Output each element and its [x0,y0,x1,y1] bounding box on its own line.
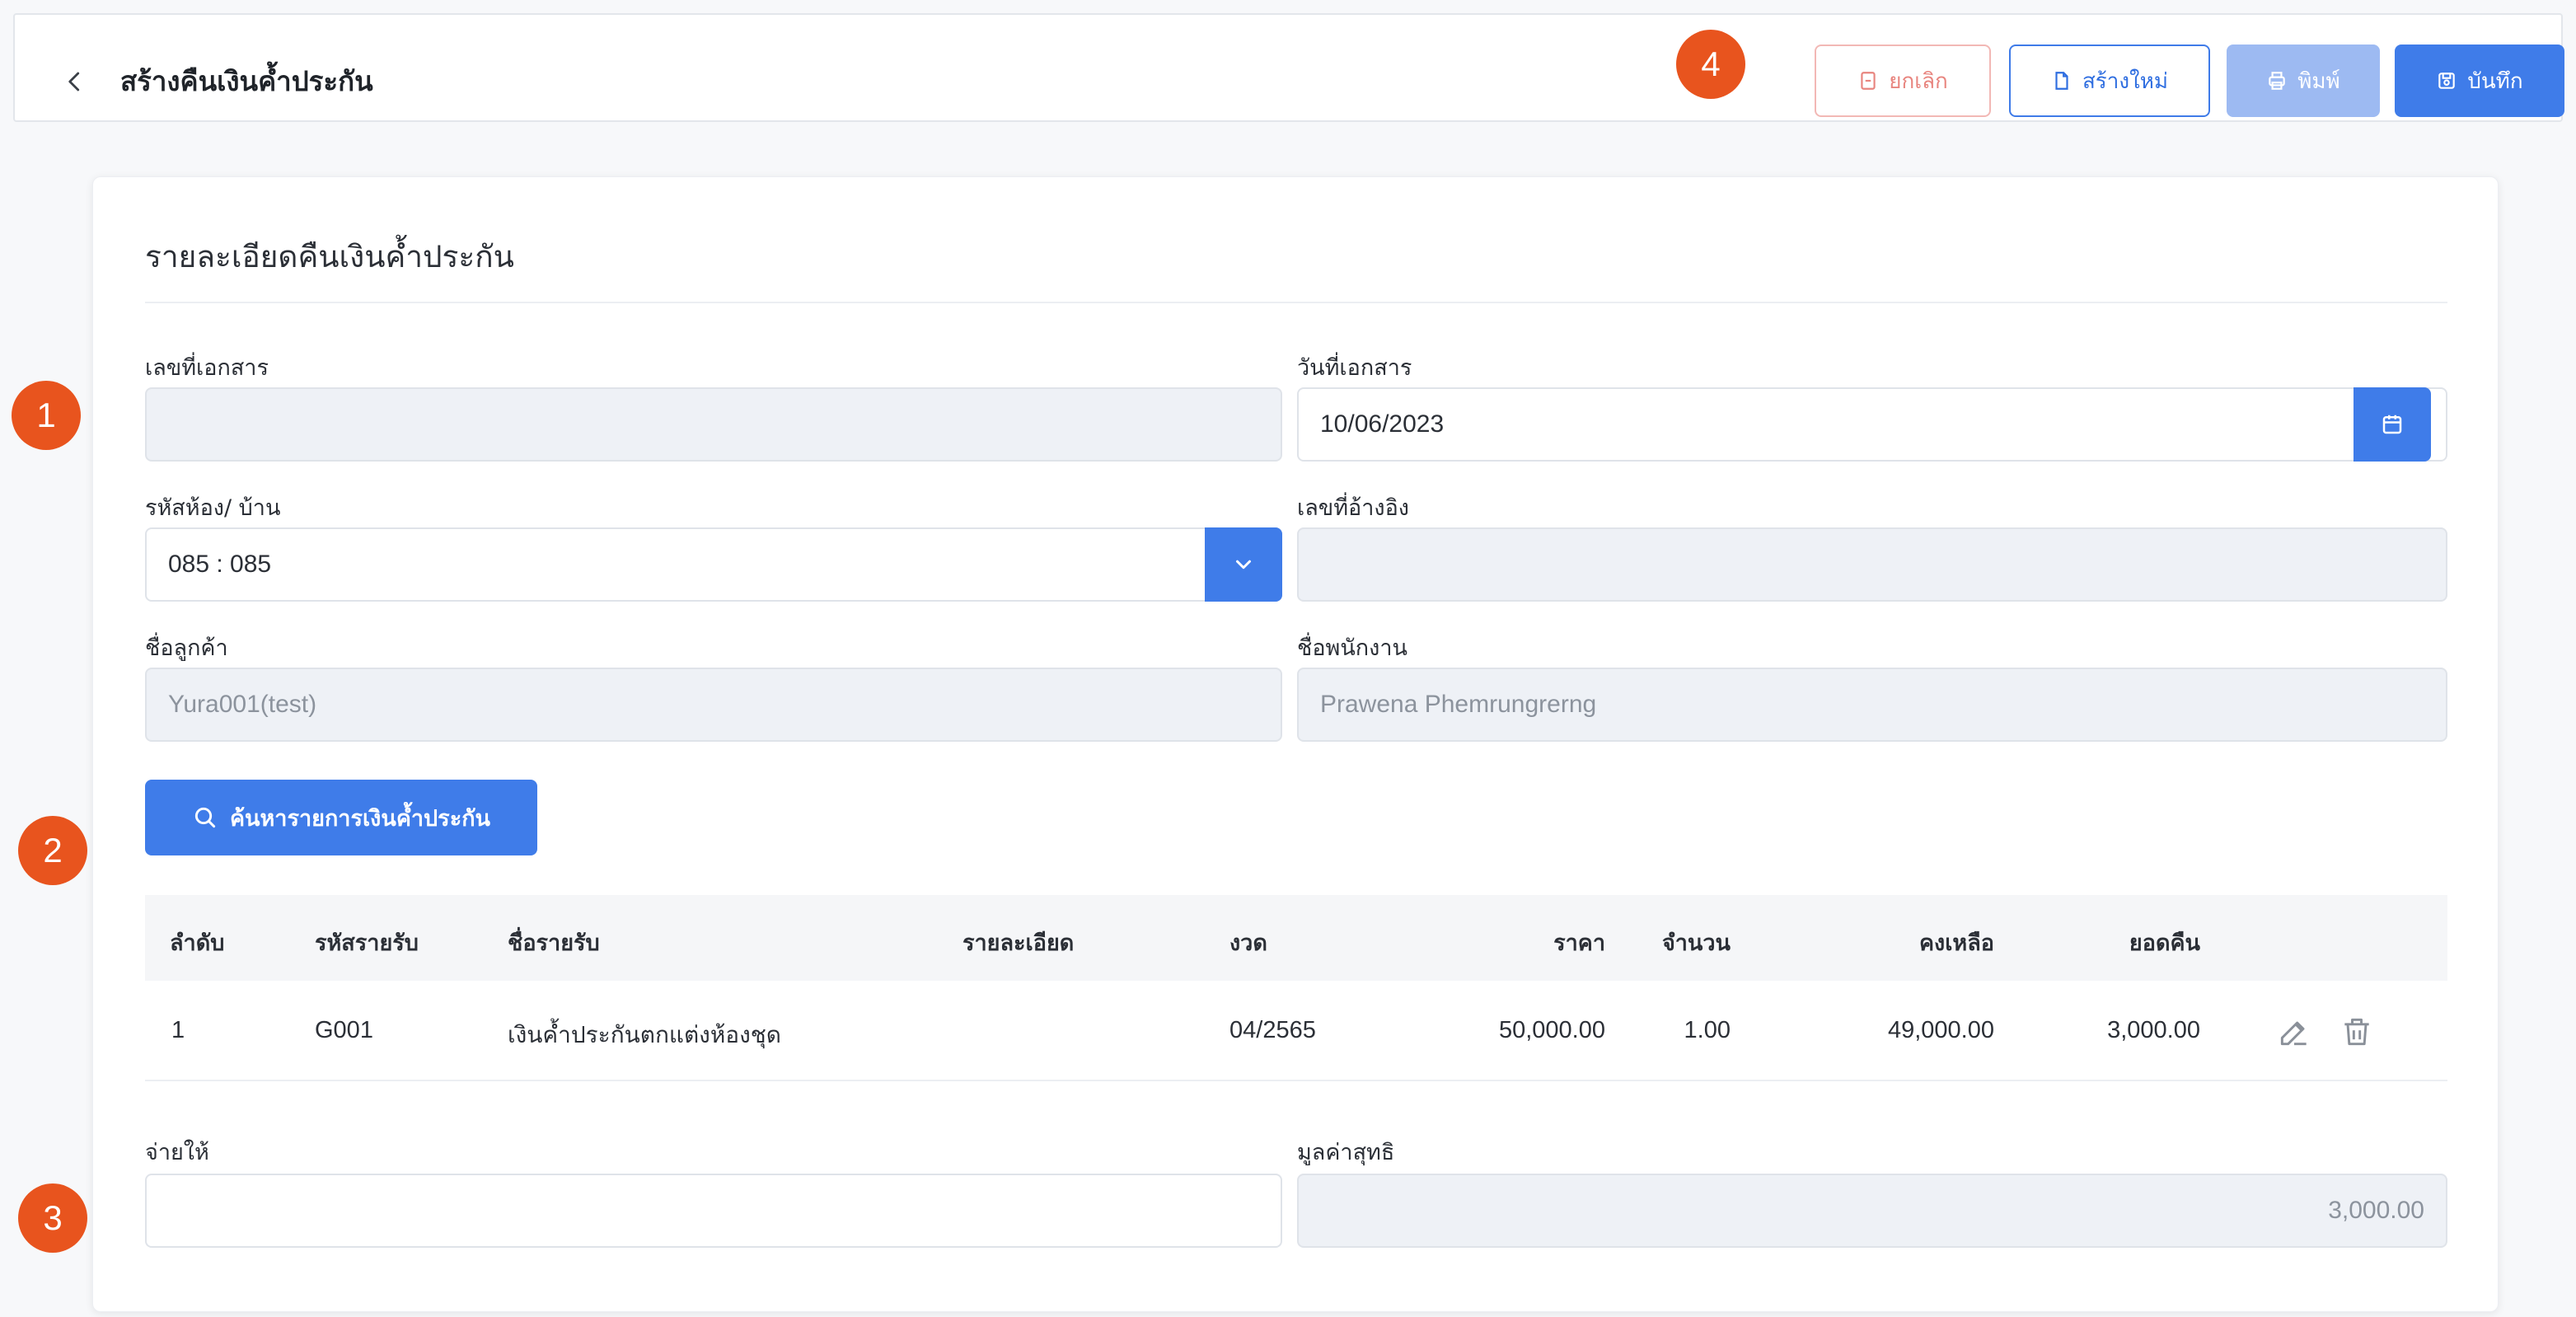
column-header-price: ราคา [1553,930,1605,956]
employee-name-field[interactable]: Prawena Phemrungrerng [1297,668,2447,742]
step-badge-2: 2 [18,816,87,885]
calendar-button[interactable] [2354,387,2431,462]
step-badge-3: 3 [18,1183,87,1253]
page-header: สร้างคืนเงินค้ำประกัน ยกเลิก สร้างใหม่ พ… [13,13,2564,122]
pay-to-label: จ่ายให้ [145,1140,209,1165]
employee-name-label: ชื่อพนักงาน [1297,635,1407,661]
row-period: 04/2565 [1229,1017,1316,1043]
doc-date-field[interactable]: 10/06/2023 [1297,387,2447,462]
row-remaining: 49,000.00 [1887,1017,1994,1043]
net-value-label: มูลค่าสุทธิ [1297,1140,1395,1165]
save-button-label: บันทึก [2467,68,2523,94]
search-icon [194,807,216,828]
column-header-remaining: คงเหลือ [1918,930,1994,956]
column-header-code: รหัสรายรับ [315,930,419,956]
new-button-label: สร้างใหม่ [2082,68,2169,94]
table-row: 1 G001 เงินค้ำประกันตกแต่งห้องชุด 04/256… [145,982,2447,1081]
document-icon [2055,72,2068,90]
ref-no-label: เลขที่อ้างอิง [1297,495,1409,521]
chevron-left-icon[interactable] [63,69,87,94]
cancel-button-label: ยกเลิก [1889,68,1948,94]
printer-icon [2269,72,2286,90]
section-divider [145,302,2447,303]
room-code-label: รหัสห้อง/ บ้าน [145,495,281,521]
search-deposit-button[interactable]: ค้นหารายการเงินค้ำประกัน [145,780,537,855]
document-x-icon [1861,72,1876,90]
row-no: 1 [171,1017,185,1043]
step-badge-1: 1 [12,381,81,450]
column-header-qty: จำนวน [1661,930,1731,956]
section-title: รายละเอียดคืนเงินค้ำประกัน [145,239,514,274]
column-header-name: ชื่อรายรับ [508,930,600,956]
cancel-button[interactable]: ยกเลิก [1815,45,1991,117]
print-button[interactable]: พิมพ์ [2227,45,2380,117]
save-button[interactable]: บันทึก [2395,45,2564,117]
ref-no-field[interactable] [1297,527,2447,602]
net-value-field: 3,000.00 [1297,1174,2447,1248]
row-refund: 3,000.00 [2107,1017,2200,1043]
calendar-icon [2382,415,2402,434]
trash-icon[interactable] [2339,1014,2375,1050]
chevron-down-icon [1236,560,1251,569]
step-badge-4: 4 [1676,30,1745,99]
row-name: เงินค้ำประกันตกแต่งห้องชุด [508,1021,781,1048]
column-header-no: ลำดับ [170,930,225,956]
row-price: 50,000.00 [1498,1017,1605,1043]
print-button-label: พิมพ์ [2297,68,2340,94]
doc-date-label: วันที่เอกสาร [1297,355,1412,381]
new-button[interactable]: สร้างใหม่ [2009,45,2210,117]
row-code: G001 [315,1017,373,1043]
pay-to-input[interactable] [145,1174,1282,1248]
form-card [92,176,2499,1312]
column-header-detail: รายละเอียด [962,930,1075,956]
row-qty: 1.00 [1684,1017,1731,1043]
search-deposit-button-label: ค้นหารายการเงินค้ำประกัน [229,805,490,832]
room-code-select[interactable]: 085 : 085 [145,527,1282,602]
column-header-refund: ยอดคืน [2129,930,2200,956]
doc-no-field[interactable] [145,387,1282,462]
column-header-period: งวด [1229,930,1267,956]
room-code-dropdown-button[interactable] [1205,527,1282,602]
customer-name-label: ชื่อลูกค้า [145,635,228,661]
floppy-disk-icon [2438,73,2456,89]
page-title: สร้างคืนเงินค้ำประกัน [120,65,373,97]
edit-icon[interactable] [2276,1014,2312,1050]
customer-name-field[interactable]: Yura001(test) [145,668,1282,742]
doc-no-label: เลขที่เอกสาร [145,355,269,381]
table-header: ลำดับ รหัสรายรับ ชื่อรายรับ รายละเอียด ง… [145,895,2447,981]
